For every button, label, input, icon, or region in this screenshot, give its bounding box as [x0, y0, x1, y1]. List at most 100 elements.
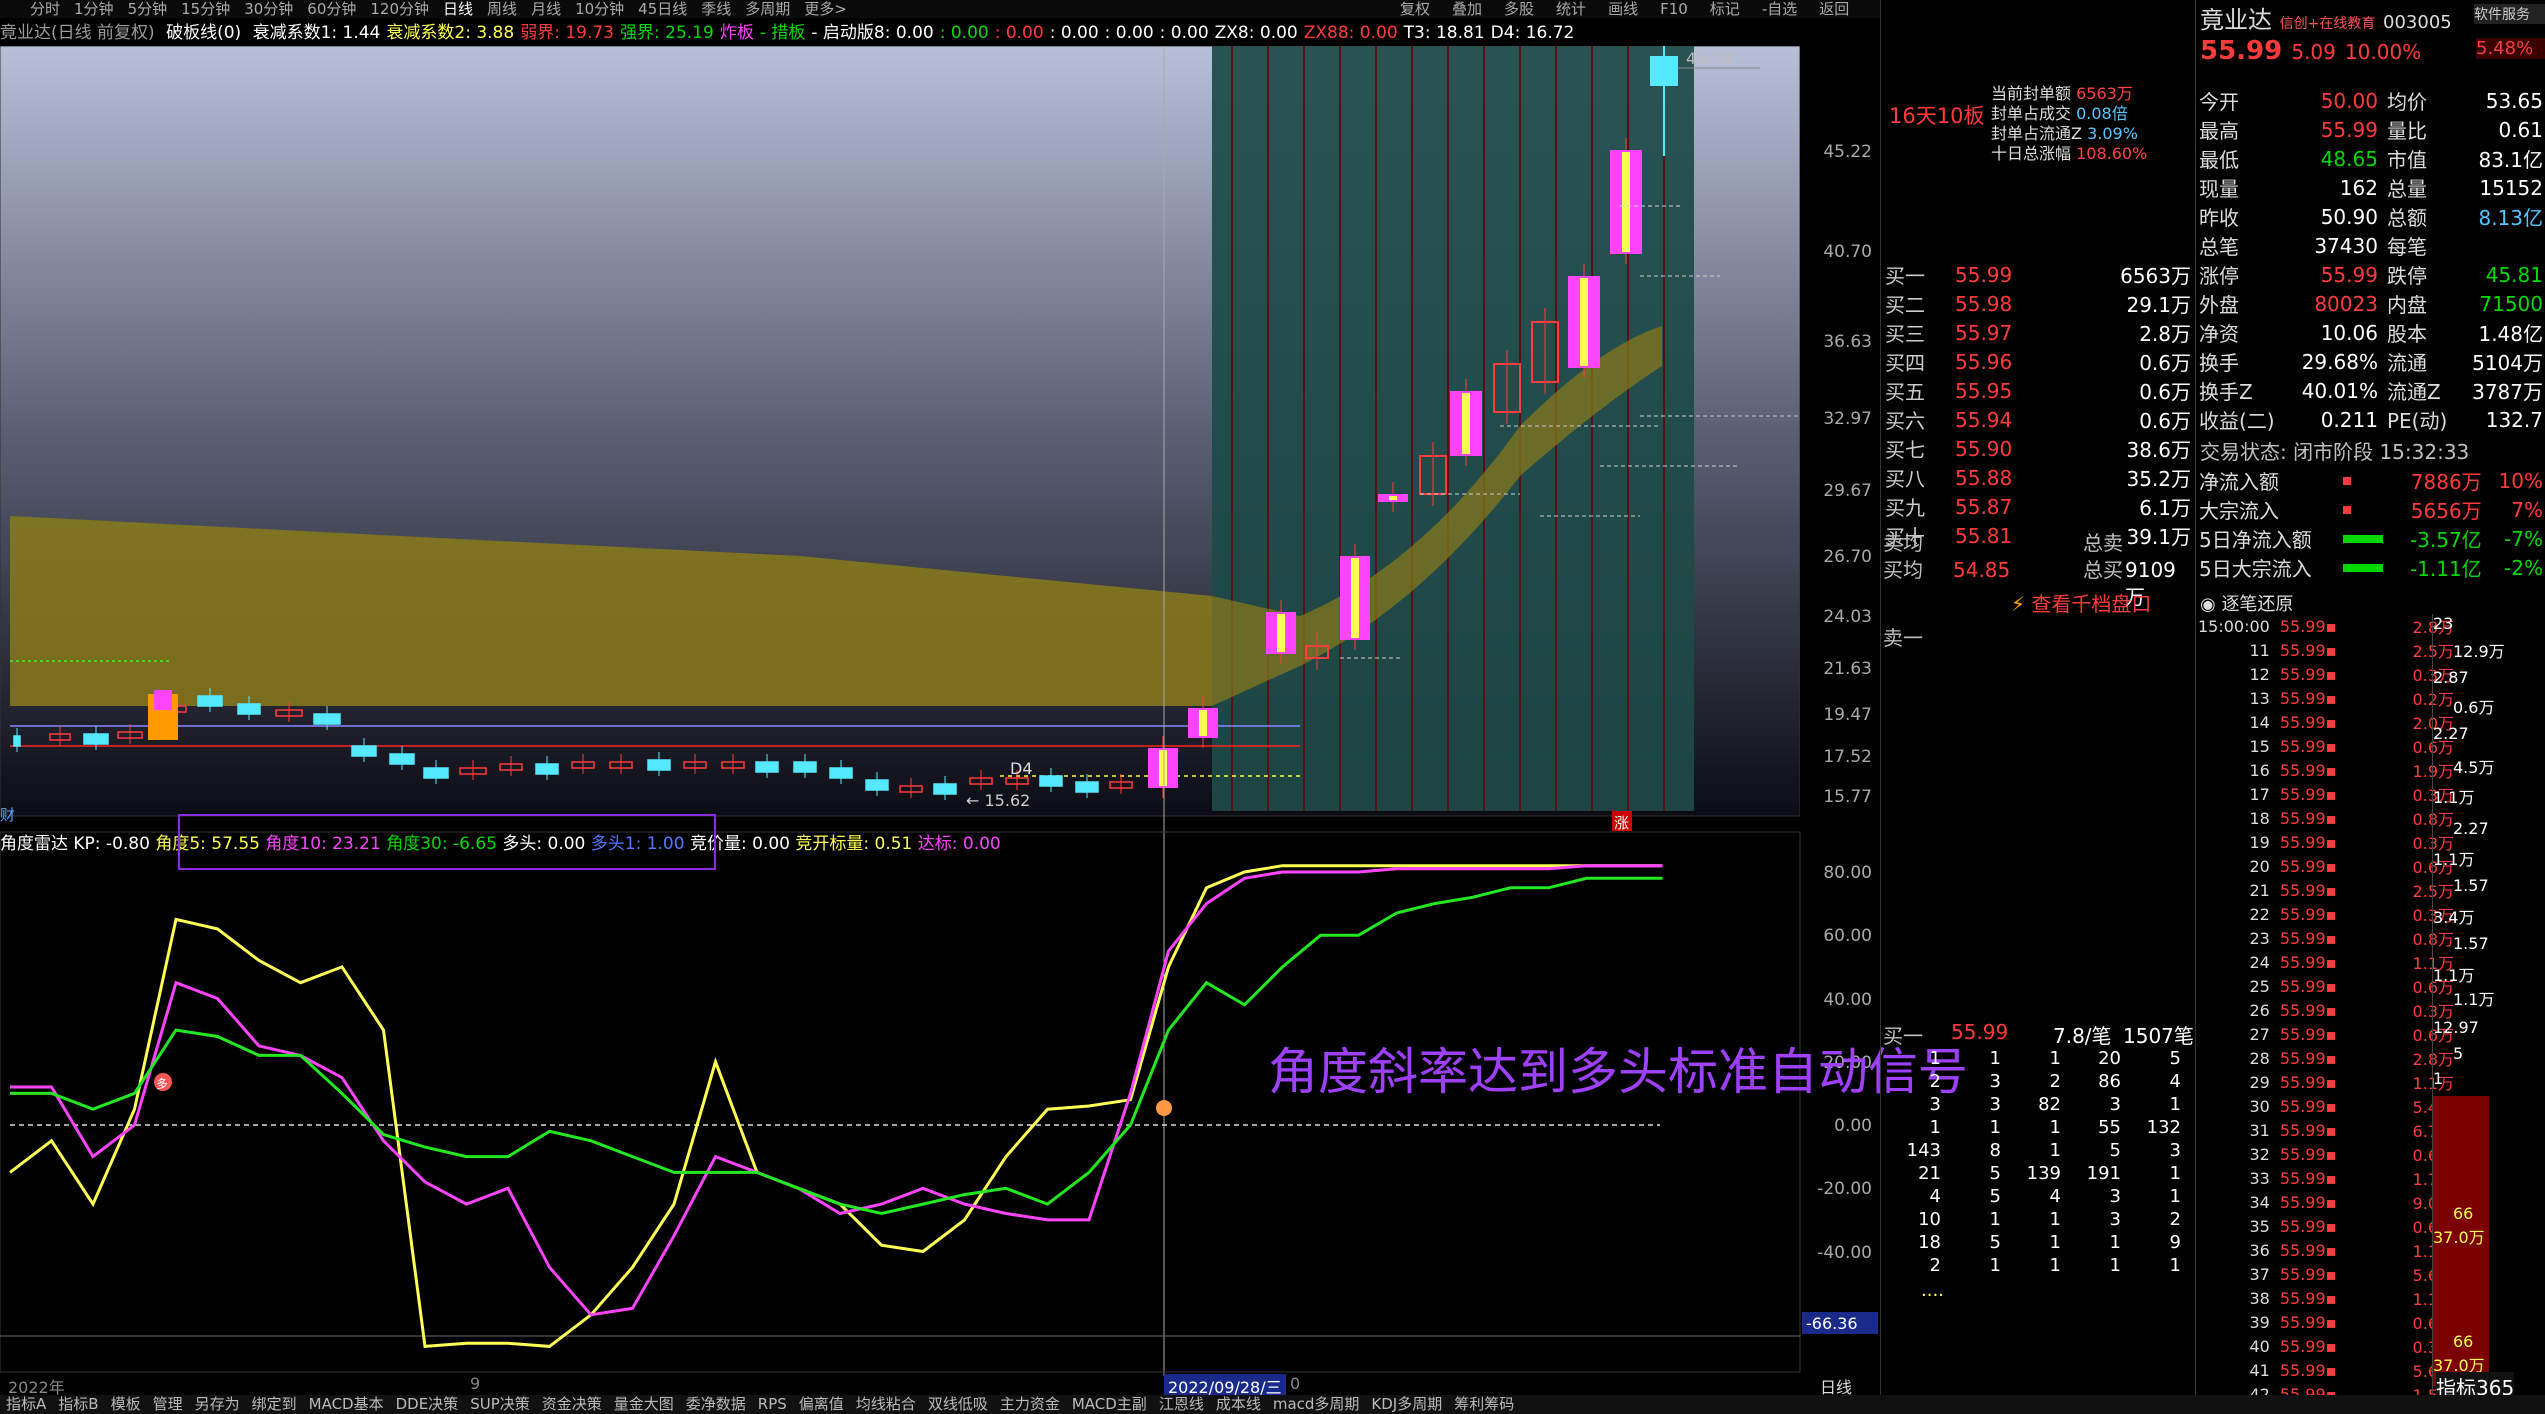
tick-time: 26: [2249, 1000, 2270, 1020]
indicator-tab-14[interactable]: 均线粘合: [856, 1395, 916, 1414]
period-tab-4[interactable]: 30分钟: [244, 0, 293, 18]
period-tab-6[interactable]: 120分钟: [370, 0, 429, 18]
menu-item-3[interactable]: 统计: [1556, 0, 1586, 18]
sector-label[interactable]: 软件服务: [2474, 4, 2545, 24]
flow-bar: [2340, 553, 2390, 582]
period-tab-10[interactable]: 10分钟: [575, 0, 624, 18]
menu-item-8[interactable]: 返回: [1819, 0, 1849, 18]
price-tick: 21.63: [1823, 659, 1872, 679]
tick-time: 27: [2249, 1024, 2270, 1044]
tick-vol: 1.9万: [2412, 762, 2454, 781]
period-tab-13[interactable]: 多周期: [745, 0, 790, 18]
tick-right-value: 0.6万: [2453, 698, 2495, 717]
period-tab-12[interactable]: 季线: [701, 0, 731, 18]
price-tick: 40.70: [1823, 242, 1872, 262]
period-tab-0[interactable]: 分时: [30, 0, 60, 18]
indicator-tab-15[interactable]: 双线低吸: [928, 1395, 988, 1414]
indicator-tab-0[interactable]: 指标A: [6, 1395, 46, 1414]
bid-row[interactable]: 买九 55.87 6.1万: [1883, 492, 2193, 521]
period-tab-11[interactable]: 45日线: [638, 0, 687, 18]
indicator-tab-7[interactable]: DDE决策: [396, 1395, 459, 1414]
bid-row[interactable]: 买一 55.99 6563万: [1883, 260, 2193, 289]
tick-row: 17 55.99▪ 0.3万: [2196, 782, 2456, 806]
indicator-tab-12[interactable]: RPS: [758, 1395, 787, 1414]
bid-row[interactable]: 买三 55.97 2.8万: [1883, 318, 2193, 347]
stat-value: 15152: [2479, 175, 2543, 200]
indicator-tab-20[interactable]: macd多周期: [1273, 1395, 1360, 1414]
tick-row: 3355.99▪1.7万: [2196, 1166, 2456, 1190]
price-tick: 17.52: [1823, 747, 1872, 767]
menu-item-6[interactable]: 标记: [1710, 0, 1740, 18]
period-tab-2[interactable]: 5分钟: [128, 0, 168, 18]
menu-item-1[interactable]: 叠加: [1452, 0, 1482, 18]
bid-row[interactable]: 买二 55.98 29.1万: [1883, 289, 2193, 318]
indicator-tab-8[interactable]: SUP决策: [470, 1395, 530, 1414]
indicator-tab-10[interactable]: 量金大图: [614, 1395, 674, 1414]
view-depth-text: 查看千档盘口: [2031, 592, 2152, 616]
tick-vol: 0.8万: [2412, 930, 2454, 949]
period-tab-14[interactable]: 更多>: [804, 0, 847, 18]
queue-cell: 1: [2049, 1048, 2061, 1069]
up-candle-core: [1199, 710, 1207, 736]
indicator-name[interactable]: 破板线(0): [166, 23, 241, 43]
tick-row: 19 55.99▪ 0.3万: [2196, 830, 2456, 854]
price-info-10: : 0.00: [1104, 23, 1154, 43]
indicator-tab-16[interactable]: 主力资金: [1000, 1395, 1060, 1414]
queue-cell: 4: [1929, 1186, 1941, 1207]
tick-row: 3055.99▪5.4万: [2196, 1094, 2456, 1118]
period-tab-9[interactable]: 月线: [531, 0, 561, 18]
indicator-tab-13[interactable]: 偏离值: [799, 1395, 844, 1414]
indicator-tab-2[interactable]: 模板: [111, 1395, 141, 1414]
bid-row[interactable]: 买七 55.90 38.6万: [1883, 434, 2193, 463]
indicator-title[interactable]: 角度雷达: [0, 834, 68, 854]
menu-item-0[interactable]: 复权: [1400, 0, 1430, 18]
stat-value: 162: [2339, 175, 2378, 200]
bid-row[interactable]: 买四 55.96 0.6万: [1883, 347, 2193, 376]
indicator-tab-4[interactable]: 另存为: [195, 1395, 240, 1414]
period-tab-3[interactable]: 15分钟: [181, 0, 230, 18]
tick-header[interactable]: ◉ 逐笔还原: [2200, 590, 2293, 616]
queue-cell: 5: [1989, 1232, 2001, 1253]
menu-item-4[interactable]: 画线: [1608, 0, 1638, 18]
candle: [933, 783, 957, 795]
stat-row: 净资 10.06 股本 1.48亿: [2196, 318, 2545, 347]
bid-row[interactable]: 买五 55.95 0.6万: [1883, 376, 2193, 405]
chart-canvas[interactable]: 45.22 40.70 36.63 32.97 29.67 26.70 24.03 21.63…: [0, 46, 1880, 1396]
period-tab-7[interactable]: 日线: [443, 0, 473, 18]
tick-price: 55.99▪: [2279, 1336, 2337, 1356]
indicator-tab-3[interactable]: 管理: [153, 1395, 183, 1414]
period-tab-8[interactable]: 周线: [487, 0, 517, 18]
tick-price: 55.99▪: [2279, 1216, 2337, 1236]
bid-row[interactable]: 买八 55.88 35.2万: [1883, 463, 2193, 492]
flow-row: 5日净流入额 -3.57亿 -7%: [2196, 524, 2545, 553]
indicator-tab-22[interactable]: 筹利筹码: [1454, 1395, 1514, 1414]
queue-cell: 1: [2169, 1163, 2181, 1184]
stat-key: 换手Z: [2199, 380, 2253, 404]
queue-label: 买一: [1883, 1024, 1923, 1048]
bid-row[interactable]: 买六 55.94 0.6万: [1883, 405, 2193, 434]
period-tab-1[interactable]: 1分钟: [74, 0, 114, 18]
stat-value: 53.65: [2485, 88, 2543, 113]
tick-time: 39: [2249, 1312, 2270, 1332]
indicator-tab-18[interactable]: 江恩线: [1159, 1395, 1204, 1414]
stat-key: 昨收: [2199, 206, 2239, 230]
highlight-box: [178, 814, 716, 870]
queue-cell: 1: [2169, 1094, 2181, 1115]
indicator-tab-6[interactable]: MACD基本: [309, 1395, 384, 1414]
indicator-tab-5[interactable]: 绑定到: [252, 1395, 297, 1414]
signal-marker: [1156, 1100, 1172, 1116]
flow-pct: 7%: [2511, 497, 2543, 522]
indicator-tab-21[interactable]: KDJ多周期: [1371, 1395, 1442, 1414]
tick-row: 4155.99▪5.6万: [2196, 1358, 2456, 1382]
period-tab-5[interactable]: 60分钟: [307, 0, 356, 18]
indicator-tab-1[interactable]: 指标B: [58, 1395, 98, 1414]
indicator-tab-11[interactable]: 委净数据: [686, 1395, 746, 1414]
menu-item-5[interactable]: F10: [1660, 0, 1688, 18]
stat-row: 总笔 37430 每笔: [2196, 231, 2545, 260]
menu-item-2[interactable]: 多股: [1504, 0, 1534, 18]
indicator-tab-9[interactable]: 资金决策: [542, 1395, 602, 1414]
view-depth-link[interactable]: ⚡ 查看千档盘口: [2011, 588, 2151, 617]
indicator-tab-19[interactable]: 成本线: [1216, 1395, 1261, 1414]
indicator-tab-17[interactable]: MACD主副: [1072, 1395, 1147, 1414]
menu-item-7[interactable]: -自选: [1762, 0, 1797, 18]
